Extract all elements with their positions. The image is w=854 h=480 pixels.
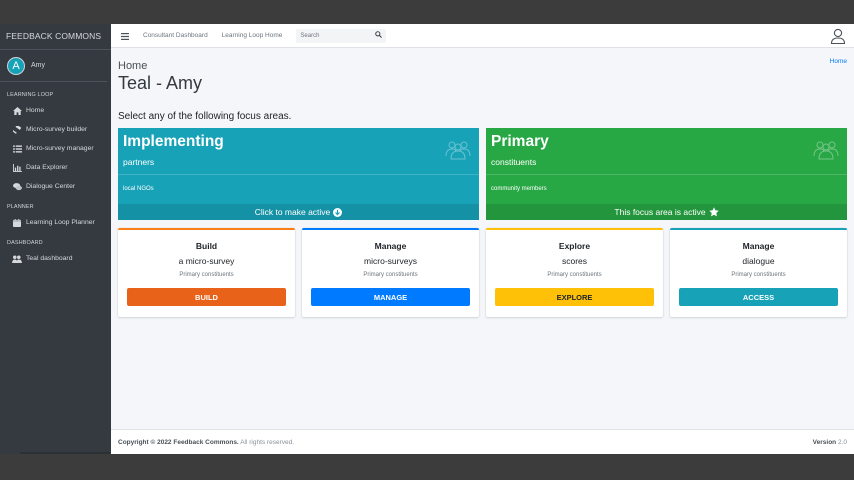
focus-detail: community members <box>491 186 547 192</box>
group-icon <box>813 140 839 165</box>
divider <box>118 174 479 175</box>
app-window: FEEDBACK COMMONS A Amy LEARNING LOOP Hom… <box>0 24 854 454</box>
sidebar-item-home[interactable]: Home <box>0 101 111 120</box>
page-footer: Copyright © 2022 Feedback Commons. All r… <box>111 429 854 454</box>
nav-header-planner: PLANNER <box>7 204 34 210</box>
search-placeholder: Search <box>300 32 320 39</box>
sidebar-item-micro-survey-builder[interactable]: Micro-survey builder <box>0 120 111 139</box>
explore-button[interactable]: EXPLORE <box>495 288 654 306</box>
home-icon <box>12 106 22 115</box>
consultant-dashboard-link[interactable]: Consultant Dashboard <box>143 32 208 39</box>
make-active-link[interactable]: Click to make active <box>118 204 479 220</box>
card-manage-surveys: Manage micro-surveys Primary constituent… <box>302 228 479 317</box>
card-title: Manage <box>374 241 407 251</box>
sidebar-item-dialogue-center[interactable]: Dialogue Center <box>0 177 111 196</box>
version: Version 2.0 <box>813 439 847 446</box>
focus-area-implementing[interactable]: Implementing partners local NGOs Click t… <box>118 128 479 220</box>
focus-subtitle: partners <box>123 157 155 167</box>
sidebar-item-micro-survey-manager[interactable]: Micro-survey manager <box>0 139 111 158</box>
focus-detail: local NGOs <box>123 186 154 192</box>
card-title: Build <box>195 241 218 251</box>
card-audience: Primary constituents <box>179 272 234 278</box>
breadcrumb: Home Home <box>118 56 847 74</box>
version-number: 2.0 <box>837 438 847 446</box>
hamburger-menu-icon[interactable] <box>121 27 129 45</box>
footer-label: This focus area is active <box>614 207 706 217</box>
avatar: A <box>7 56 25 75</box>
rights-text: All rights reserved. <box>240 438 295 446</box>
manage-button[interactable]: MANAGE <box>311 288 470 306</box>
sidebar-item-label: Micro-survey manager <box>26 145 94 152</box>
focus-intro-text: Select any of the following focus areas. <box>118 111 292 122</box>
learning-loop-home-link[interactable]: Learning Loop Home <box>222 32 283 39</box>
sidebar-item-data-explorer[interactable]: Data Explorer <box>0 158 111 177</box>
top-navbar: Consultant Dashboard Learning Loop Home … <box>111 24 854 48</box>
copyright: Copyright © 2022 Feedback Commons. All r… <box>118 439 294 446</box>
sidebar-item-learning-loop-planner[interactable]: Learning Loop Planner <box>0 213 111 232</box>
breadcrumb-title: Home <box>118 60 148 72</box>
sidebar-item-label: Learning Loop Planner <box>26 219 95 226</box>
active-status: This focus area is active <box>486 204 847 220</box>
hammer-icon <box>12 125 22 134</box>
brand-link[interactable]: FEEDBACK COMMONS <box>0 24 111 50</box>
footer-label: Click to make active <box>254 207 331 217</box>
card-subtitle: micro-surveys <box>364 256 417 266</box>
sidebar-item-teal-dashboard[interactable]: Teal dashboard <box>0 249 111 268</box>
card-subtitle: a micro-survey <box>178 256 235 266</box>
sidebar-item-label: Teal dashboard <box>26 255 73 262</box>
search-icon[interactable] <box>375 31 383 40</box>
copyright-text: Copyright © 2022 Feedback Commons. <box>118 438 239 446</box>
users-icon <box>12 254 22 263</box>
card-title: Explore <box>558 241 591 251</box>
sidebar-item-label: Home <box>26 107 45 114</box>
group-icon <box>445 140 471 165</box>
focus-title: Primary <box>491 133 549 150</box>
arrow-circle-down-icon <box>333 207 343 217</box>
card-audience: Primary constituents <box>547 272 602 278</box>
calendar-icon <box>12 218 22 227</box>
user-account-icon[interactable] <box>830 28 846 49</box>
sidebar-item-label: Micro-survey builder <box>26 126 88 133</box>
nav-header-dashboard: DASHBOARD <box>7 240 43 246</box>
sidebar-item-label: Data Explorer <box>26 164 68 171</box>
sidebar-item-label: Dialogue Center <box>26 183 76 190</box>
card-subtitle: dialogue <box>742 256 775 266</box>
access-button[interactable]: ACCESS <box>679 288 838 306</box>
card-title: Manage <box>742 241 775 251</box>
card-build: Build a micro-survey Primary constituent… <box>118 228 295 317</box>
focus-title: Implementing <box>123 133 224 150</box>
card-subtitle: scores <box>561 256 588 266</box>
divider <box>486 174 847 175</box>
main-content: Consultant Dashboard Learning Loop Home … <box>111 24 854 454</box>
card-explore: Explore scores Primary constituents EXPL… <box>486 228 663 317</box>
sidebar: FEEDBACK COMMONS A Amy LEARNING LOOP Hom… <box>0 24 111 454</box>
card-audience: Primary constituents <box>363 272 418 278</box>
chart-icon <box>12 163 22 172</box>
nav-header-learning-loop: LEARNING LOOP <box>7 92 54 98</box>
sidebar-scrollbar[interactable] <box>20 452 110 454</box>
search-input[interactable]: Search <box>296 28 387 43</box>
focus-area-primary[interactable]: Primary constituents community members T… <box>486 128 847 220</box>
page-title: Teal - Amy <box>118 73 203 93</box>
comments-icon <box>12 182 22 191</box>
focus-subtitle: constituents <box>491 157 537 167</box>
breadcrumb-home-link[interactable]: Home <box>830 58 847 65</box>
version-label: Version <box>812 438 837 446</box>
user-panel[interactable]: A Amy <box>0 50 107 82</box>
star-icon <box>708 207 719 217</box>
build-button[interactable]: BUILD <box>127 288 286 306</box>
card-audience: Primary constituents <box>731 272 786 278</box>
list-icon <box>12 144 22 153</box>
user-name: Amy <box>31 62 45 69</box>
card-manage-dialogue: Manage dialogue Primary constituents ACC… <box>670 228 847 317</box>
